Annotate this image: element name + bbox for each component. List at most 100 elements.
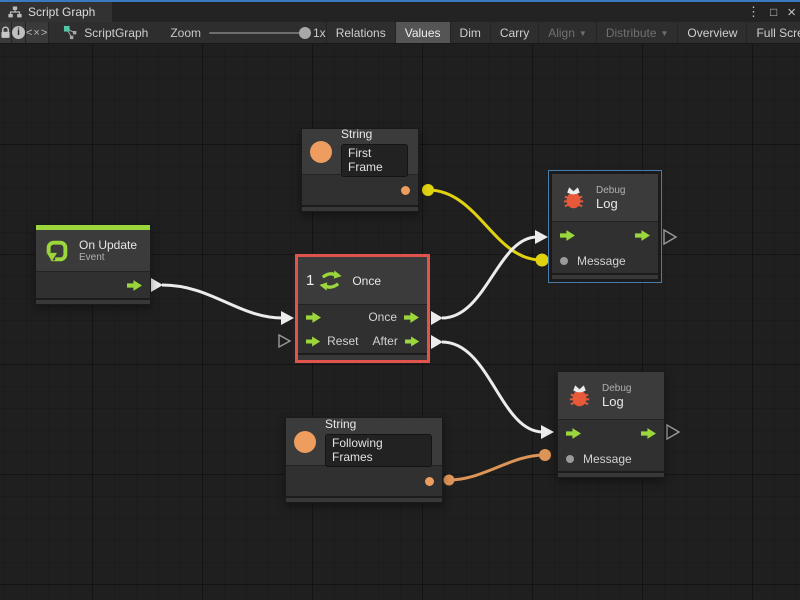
after-output-triangle[interactable] xyxy=(431,335,443,349)
flow-out-port-icon[interactable] xyxy=(405,336,419,347)
node-title: Log xyxy=(602,394,631,409)
title-bar: Script Graph ⋮ □ × xyxy=(0,0,800,22)
script-graph-window: Script Graph ⋮ □ × i <×> xyxy=(0,0,800,600)
port-label: Message xyxy=(583,452,632,466)
node-footer xyxy=(36,298,150,304)
node-debug-log-bottom[interactable]: Debug Log Message xyxy=(557,371,665,478)
port-label: Reset xyxy=(327,334,358,348)
on-update-output-triangle[interactable] xyxy=(151,278,163,292)
node-header: String First Frame xyxy=(302,129,418,175)
bug-icon xyxy=(560,184,587,211)
bug-icon xyxy=(566,382,593,409)
graph-canvas[interactable]: String First Frame xyxy=(0,44,800,600)
node-subtitle: Event xyxy=(79,252,137,263)
message-port-row: Message xyxy=(552,248,658,273)
lock-icon xyxy=(0,26,11,39)
node-title: Once xyxy=(352,274,381,288)
variables-toggle-button[interactable]: <×> xyxy=(26,22,49,43)
node-title: String xyxy=(325,417,432,431)
message-input-port[interactable] xyxy=(560,257,568,265)
flow-out-port-icon[interactable] xyxy=(635,230,650,241)
node-header: On Update Event xyxy=(36,230,150,272)
flow-out-port-icon[interactable] xyxy=(127,280,142,291)
align-button[interactable]: Align ▼ xyxy=(539,22,597,43)
wire-once-to-top-log[interactable] xyxy=(442,237,537,318)
flow-out-port-icon[interactable] xyxy=(404,312,419,323)
string-value-field[interactable]: First Frame xyxy=(341,144,408,177)
node-footer xyxy=(286,496,442,502)
hierarchy-icon xyxy=(8,6,22,18)
node-title: String xyxy=(341,127,408,141)
wire-string-to-top-log[interactable] xyxy=(428,190,541,260)
node-category: Debug xyxy=(596,185,625,196)
values-button[interactable]: Values xyxy=(396,22,451,43)
node-footer xyxy=(298,353,427,360)
zoom-value: 1x xyxy=(313,26,326,40)
window-controls: ⋮ □ × xyxy=(747,2,796,22)
reset-input-triangle[interactable] xyxy=(279,335,290,347)
top-log-exit-triangle[interactable] xyxy=(664,230,676,244)
script-graph-icon xyxy=(63,25,78,40)
inspector-button[interactable]: i xyxy=(12,22,26,43)
wire-endpoint xyxy=(444,475,455,486)
once-count: 1 xyxy=(306,272,314,289)
string-output-port[interactable] xyxy=(425,477,434,486)
message-input-port[interactable] xyxy=(566,455,574,463)
code-icon: <×> xyxy=(26,27,48,39)
tab-title: Script Graph xyxy=(28,5,95,19)
node-title: Log xyxy=(596,196,625,211)
wire-update-to-once[interactable] xyxy=(162,285,283,318)
toolbar-buttons: Relations Values Dim Carry Align ▼ Distr… xyxy=(326,22,800,43)
node-on-update[interactable]: On Update Event xyxy=(35,224,151,305)
node-string-following[interactable]: String Following Frames xyxy=(285,417,443,503)
wire-arrowhead xyxy=(281,311,294,325)
graph-reference[interactable]: ScriptGraph xyxy=(63,22,148,43)
info-icon: i xyxy=(12,26,25,39)
node-header: Debug Log xyxy=(558,372,664,420)
node-once[interactable]: 1 Once Once Rese xyxy=(298,257,427,360)
wire-endpoint xyxy=(539,449,551,461)
flow-out-port-icon[interactable] xyxy=(641,428,656,439)
full-screen-button[interactable]: Full Screen xyxy=(747,22,800,43)
flow-port-row xyxy=(552,222,658,248)
node-string-first[interactable]: String First Frame xyxy=(301,128,419,212)
zoom-slider-handle[interactable] xyxy=(299,27,311,39)
string-value-field[interactable]: Following Frames xyxy=(325,434,432,467)
flow-in-port-icon[interactable] xyxy=(306,336,320,347)
relations-button[interactable]: Relations xyxy=(327,22,396,43)
string-value-icon xyxy=(310,141,332,163)
distribute-button[interactable]: Distribute ▼ xyxy=(597,22,679,43)
node-footer xyxy=(302,205,418,211)
flow-in-port-icon[interactable] xyxy=(560,230,575,241)
node-debug-log-top[interactable]: Debug Log Message xyxy=(551,173,659,280)
zoom-control: Zoom 1x xyxy=(170,22,325,43)
tab-script-graph[interactable]: Script Graph xyxy=(0,2,112,22)
flow-port-row xyxy=(36,272,150,298)
selection-outline-red: 1 Once Once Rese xyxy=(295,254,430,363)
graph-toolbar: i <×> ScriptGraph Zoom 1x Relations Val xyxy=(0,22,800,44)
port-label: Message xyxy=(577,254,626,268)
string-value-icon xyxy=(294,431,316,453)
string-output-port[interactable] xyxy=(401,186,410,195)
wire-after-to-bottom-log[interactable] xyxy=(442,342,543,432)
flow-in-port-icon[interactable] xyxy=(306,312,321,323)
maximize-icon[interactable]: □ xyxy=(770,5,777,19)
close-icon[interactable]: × xyxy=(787,4,796,21)
cycle-icon xyxy=(318,268,343,293)
zoom-slider[interactable] xyxy=(209,32,305,34)
dim-button[interactable]: Dim xyxy=(451,22,491,43)
flow-in-port-icon[interactable] xyxy=(566,428,581,439)
node-footer xyxy=(558,471,664,477)
window-menu-icon[interactable]: ⋮ xyxy=(747,4,760,20)
reset-after-port-row: Reset After xyxy=(298,329,427,353)
lock-button[interactable] xyxy=(0,22,12,43)
wire-string-to-bottom-log[interactable] xyxy=(449,455,544,480)
node-header: 1 Once xyxy=(298,257,427,305)
overview-button[interactable]: Overview xyxy=(678,22,747,43)
node-title: On Update xyxy=(79,238,137,252)
bottom-log-exit-triangle[interactable] xyxy=(667,425,679,439)
once-output-triangle[interactable] xyxy=(431,311,443,325)
carry-button[interactable]: Carry xyxy=(491,22,539,43)
wire-arrowhead xyxy=(535,230,548,244)
chevron-down-icon: ▼ xyxy=(661,29,669,38)
